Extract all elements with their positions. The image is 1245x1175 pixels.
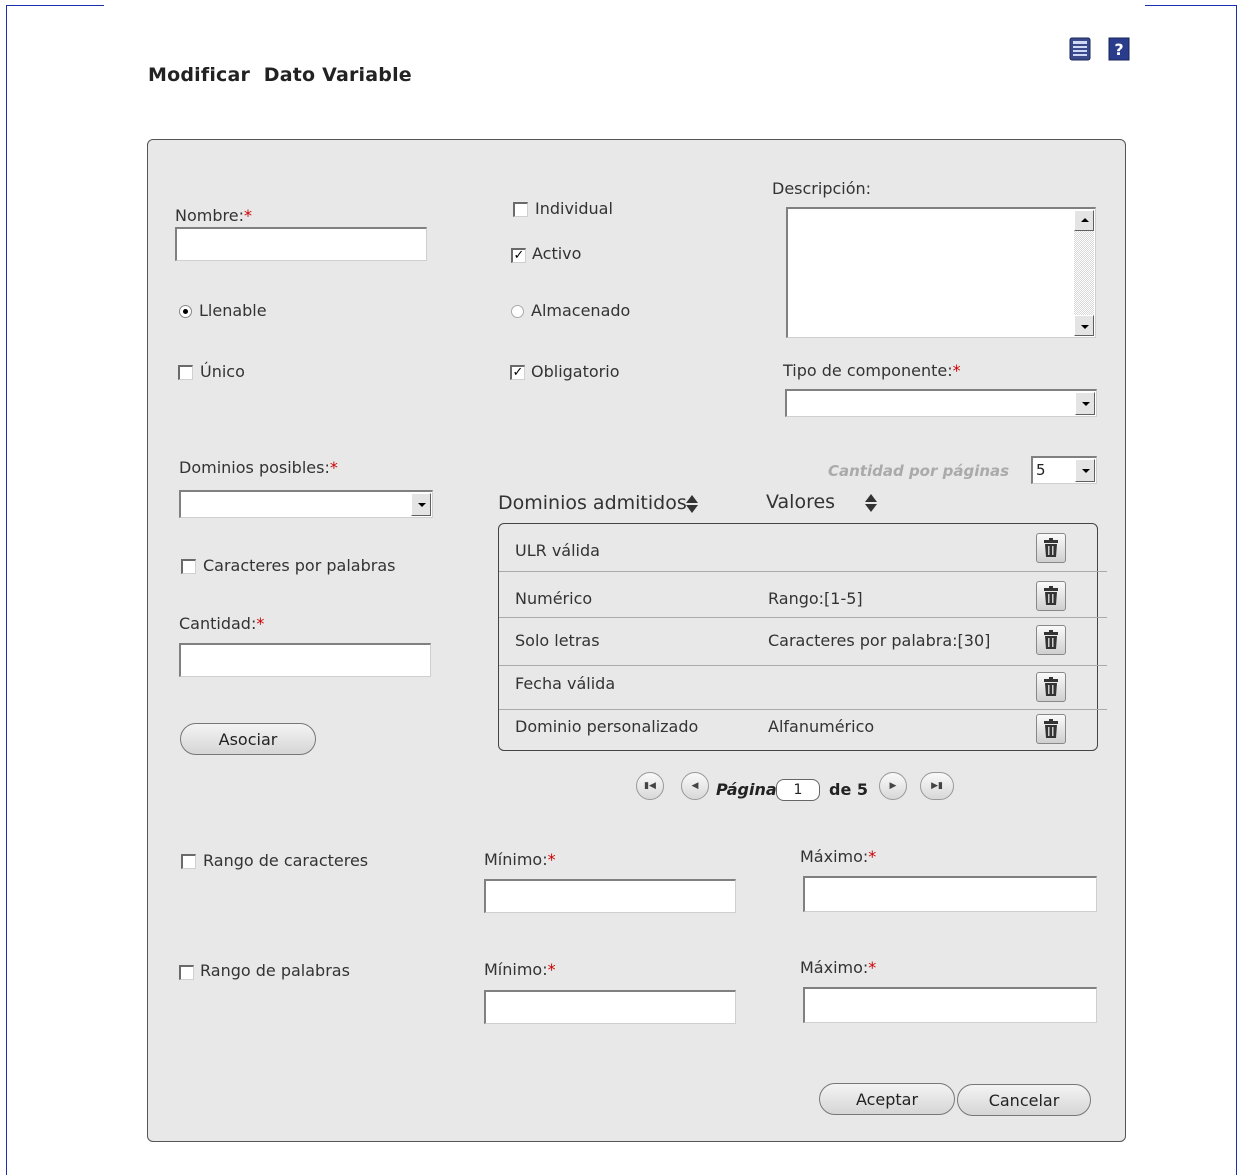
row-divider	[499, 617, 1107, 618]
column-header-dominios[interactable]: Dominios admitidos	[498, 492, 687, 514]
valor-cell: Alfanumérico	[768, 717, 875, 736]
almacenado-radio[interactable]	[511, 305, 524, 318]
valor-cell: Caracteres por palabra:[30]	[768, 631, 991, 650]
dominio-cell: Fecha válida	[515, 674, 616, 693]
activo-checkbox[interactable]: ✓	[511, 248, 526, 263]
column-header-valores[interactable]: Valores	[766, 491, 835, 513]
sort-icon[interactable]	[865, 494, 877, 512]
dominios-posibles-label: Dominios posibles:*	[179, 458, 338, 477]
trash-icon[interactable]	[1036, 714, 1066, 744]
aceptar-button[interactable]: Aceptar	[819, 1083, 955, 1115]
first-page-icon[interactable]: ▮◀	[636, 772, 664, 800]
individual-checkbox[interactable]	[513, 202, 528, 217]
pagina-label: Página	[716, 780, 777, 799]
table-row: Dominio personalizado Alfanumérico	[499, 709, 1107, 753]
dominio-cell: ULR válida	[515, 541, 600, 560]
table-row: Solo letras Caracteres por palabra:[30]	[499, 617, 1107, 661]
descripcion-scrollbar[interactable]	[1074, 210, 1094, 336]
rango-palabras-maximo-input[interactable]	[803, 987, 1097, 1023]
trash-icon[interactable]	[1036, 533, 1066, 563]
frame-top-right-border	[1145, 5, 1237, 6]
rango-palabras-checkbox[interactable]	[179, 965, 194, 980]
table-row: Numérico Rango:[1-5]	[499, 571, 1107, 615]
minimo-label: Mínimo:*	[484, 850, 556, 869]
chevron-down-icon[interactable]	[411, 493, 431, 516]
scroll-down-button[interactable]	[1074, 315, 1094, 336]
llenable-radio[interactable]	[179, 305, 192, 318]
cantidad-por-paginas-label: Cantidad por páginas	[828, 462, 1010, 480]
descripcion-textarea[interactable]	[786, 207, 1096, 338]
trash-icon[interactable]	[1036, 672, 1066, 702]
minimo-label: Mínimo:*	[484, 960, 556, 979]
dominio-cell: Dominio personalizado	[515, 717, 699, 736]
unico-label: Único	[200, 362, 245, 381]
caracteres-por-palabras-label: Caracteres por palabras	[203, 556, 396, 575]
tipo-componente-select[interactable]	[785, 389, 1097, 417]
list-icon[interactable]	[1069, 37, 1091, 61]
rango-palabras-minimo-input[interactable]	[484, 990, 736, 1024]
help-icon[interactable]: ?	[1108, 37, 1130, 61]
cantidad-label: Cantidad:*	[179, 614, 265, 633]
dominios-posibles-select[interactable]	[179, 490, 433, 518]
chevron-down-icon[interactable]	[1075, 392, 1095, 415]
chevron-down-icon[interactable]	[1075, 459, 1095, 482]
obligatorio-label: Obligatorio	[531, 362, 620, 381]
scroll-up-button[interactable]	[1074, 210, 1094, 231]
tipo-componente-label: Tipo de componente:*	[783, 361, 961, 380]
frame-top-left-border	[6, 5, 104, 6]
trash-icon[interactable]	[1036, 581, 1066, 611]
page-title: Modificar Dato Variable	[148, 64, 412, 86]
almacenado-label: Almacenado	[531, 301, 631, 320]
rango-caracteres-label: Rango de caracteres	[203, 851, 369, 870]
unico-checkbox[interactable]	[178, 365, 193, 380]
rango-caracteres-maximo-input[interactable]	[803, 876, 1097, 912]
nombre-label: Nombre:*	[175, 206, 252, 225]
maximo-label: Máximo:*	[800, 847, 877, 866]
table-row: Fecha válida	[499, 665, 1107, 709]
last-page-icon[interactable]: ▶▮	[920, 772, 954, 800]
dominios-table: ULR válida Numérico Rango:[1-5] Solo let…	[498, 523, 1107, 753]
individual-label: Individual	[535, 199, 613, 218]
dominio-cell: Solo letras	[515, 631, 600, 650]
cantidad-input[interactable]	[179, 643, 431, 677]
llenable-label: Llenable	[199, 301, 267, 320]
rango-palabras-label: Rango de palabras	[200, 961, 350, 980]
row-divider	[499, 571, 1107, 572]
descripcion-label: Descripción:	[772, 179, 872, 198]
maximo-label: Máximo:*	[800, 958, 877, 977]
rango-caracteres-checkbox[interactable]	[181, 854, 196, 869]
trash-icon[interactable]	[1036, 625, 1066, 655]
svg-text:?: ?	[1114, 40, 1123, 59]
cancelar-button[interactable]: Cancelar	[957, 1084, 1091, 1116]
row-divider	[499, 665, 1107, 666]
obligatorio-checkbox[interactable]: ✓	[510, 365, 525, 380]
row-divider	[499, 709, 1107, 710]
next-page-icon[interactable]: ▶	[879, 772, 907, 800]
caracteres-por-palabras-checkbox[interactable]	[181, 559, 196, 574]
total-pages-label: de 5	[829, 780, 869, 799]
sort-icon[interactable]	[686, 495, 698, 513]
cantidad-por-paginas-select[interactable]: 5	[1031, 456, 1097, 484]
nombre-input[interactable]	[175, 227, 427, 261]
activo-label: Activo	[532, 244, 582, 263]
previous-page-icon[interactable]: ◀	[681, 772, 709, 800]
dominio-cell: Numérico	[515, 589, 593, 608]
asociar-button[interactable]: Asociar	[180, 723, 316, 755]
rango-caracteres-minimo-input[interactable]	[484, 879, 736, 913]
table-row: ULR válida	[499, 528, 1101, 572]
page-number-input[interactable]: 1	[776, 779, 820, 801]
valor-cell: Rango:[1-5]	[768, 589, 863, 608]
